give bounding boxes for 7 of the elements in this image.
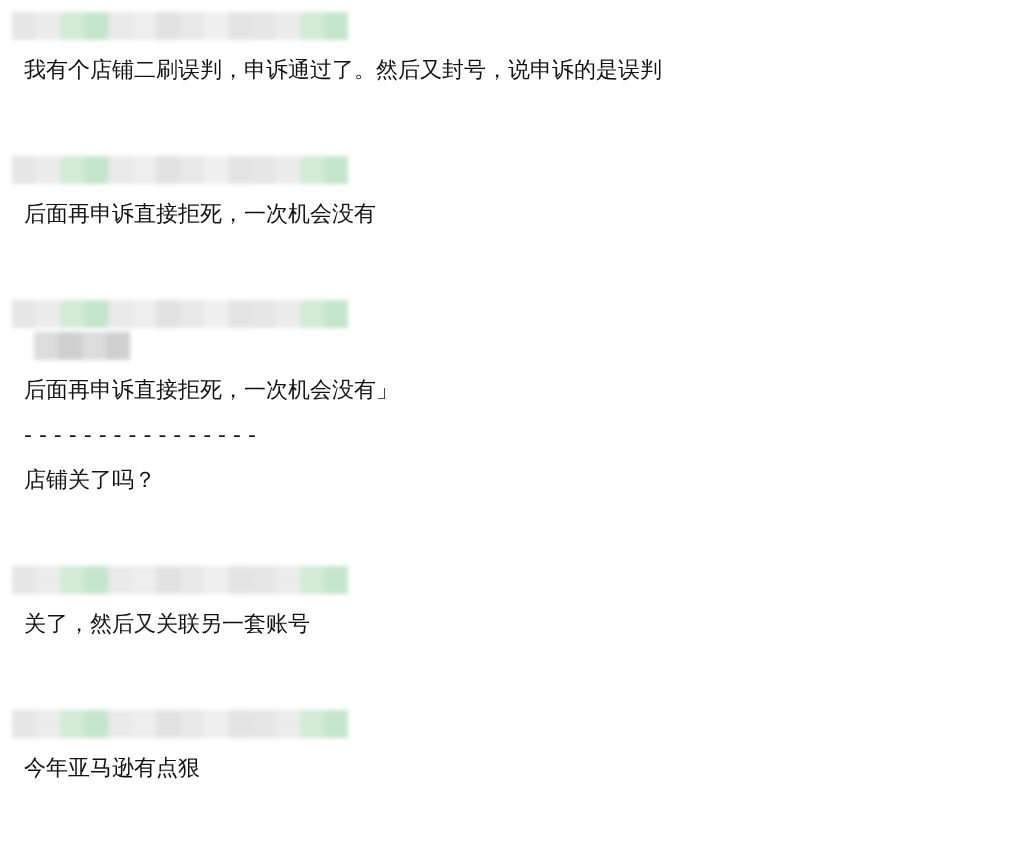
quoted-message: 后面再申诉直接拒死，一次机会没有」	[24, 376, 399, 404]
dashed-divider: - - - - - - - - - - - - - - - -	[24, 421, 257, 449]
message-text: 后面再申诉直接拒死，一次机会没有	[24, 200, 377, 228]
message-text: 我有个店铺二刷误判，申诉通过了。然后又封号，说申诉的是误判	[24, 56, 663, 84]
message-text: 关了，然后又关联另一套账号	[24, 610, 311, 638]
message-text: 店铺关了吗？	[24, 466, 157, 494]
message-text: 今年亚马逊有点狠	[24, 754, 201, 782]
